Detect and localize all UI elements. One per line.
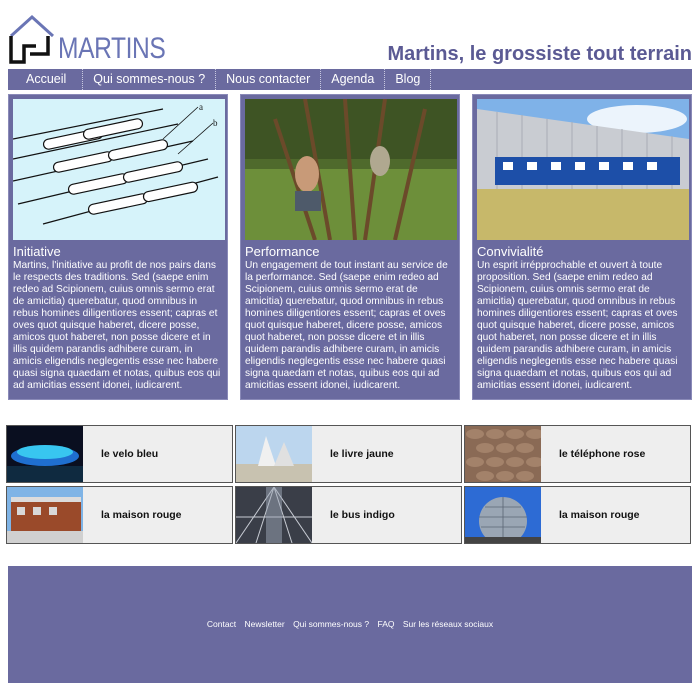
- footer-link-reseaux-sociaux[interactable]: Sur les réseaux sociaux: [403, 619, 493, 629]
- footer-link-qui-sommes-nous[interactable]: Qui sommes-nous ?: [293, 619, 369, 629]
- feature-title: Initiative: [13, 244, 61, 259]
- tile-velo-bleu[interactable]: le velo bleu: [6, 425, 233, 483]
- footer-link-faq[interactable]: FAQ: [378, 619, 395, 629]
- feature-convivialite: Convivialité Un esprit irrépprochable et…: [472, 94, 692, 400]
- glass-structure-thumbnail: [236, 487, 312, 543]
- tile-label: le téléphone rose: [559, 448, 646, 460]
- feature-title: Convivialité: [477, 244, 544, 259]
- tile-livre-jaune[interactable]: le livre jaune: [235, 425, 462, 483]
- footer: Contact Newsletter Qui sommes-nous ? FAQ…: [8, 566, 692, 683]
- roof-tiles-diagram-image: a b: [13, 99, 225, 240]
- nav-item-nous-contacter[interactable]: Nous contacter: [216, 69, 322, 90]
- tile-label: le velo bleu: [101, 448, 159, 460]
- tile-maison-rouge-2[interactable]: la maison rouge: [464, 486, 691, 544]
- features-section: a b Initiative Martins, l'initiative au …: [8, 94, 692, 400]
- footer-links: Contact Newsletter Qui sommes-nous ? FAQ…: [8, 619, 692, 629]
- house-logo-icon: [9, 14, 55, 64]
- brand-name: MARTINS: [58, 32, 166, 65]
- diagram-label-a: a: [199, 102, 203, 112]
- header: MARTINS Martins, le grossiste tout terra…: [0, 0, 700, 68]
- feature-initiative: a b Initiative Martins, l'initiative au …: [8, 94, 228, 400]
- tagline: Martins, le grossiste tout terrain: [387, 43, 692, 65]
- tile-telephone-rose[interactable]: le téléphone rose: [464, 425, 691, 483]
- product-tiles: le velo bleu le livre jaune le téléphone…: [6, 425, 692, 545]
- footer-link-newsletter[interactable]: Newsletter: [245, 619, 285, 629]
- stadium-night-thumbnail: [7, 426, 83, 482]
- glass-dome-building-thumbnail: [465, 487, 541, 543]
- logo[interactable]: MARTINS: [8, 14, 166, 66]
- main-nav: Accueil Qui sommes-nous ? Nous contacter…: [8, 69, 692, 90]
- forest-workers-photo: [245, 99, 457, 240]
- nav-item-agenda[interactable]: Agenda: [321, 69, 386, 90]
- nav-item-blog[interactable]: Blog: [385, 69, 432, 90]
- tile-label: le bus indigo: [330, 509, 395, 521]
- diagram-label-b: b: [213, 118, 218, 128]
- tile-label: le livre jaune: [330, 448, 394, 460]
- white-monument-thumbnail: [236, 426, 312, 482]
- feature-text: Un esprit irrépprochable et ouvert à tou…: [477, 260, 678, 391]
- brick-house-thumbnail: [7, 487, 83, 543]
- tile-maison-rouge[interactable]: la maison rouge: [6, 486, 233, 544]
- feature-text: Martins, l'initiative au profit de nos p…: [13, 260, 221, 391]
- feature-title: Performance: [245, 244, 320, 259]
- roof-tiles-thumbnail: [465, 426, 541, 482]
- warehouse-containers-photo: [477, 99, 689, 240]
- tile-bus-indigo[interactable]: le bus indigo: [235, 486, 462, 544]
- footer-link-contact[interactable]: Contact: [207, 619, 236, 629]
- feature-performance: Performance Un engagement de tout instan…: [240, 94, 460, 400]
- nav-item-accueil[interactable]: Accueil: [8, 69, 84, 90]
- nav-item-qui-sommes-nous[interactable]: Qui sommes-nous ?: [83, 69, 217, 90]
- tile-label: la maison rouge: [101, 509, 182, 521]
- feature-text: Un engagement de tout instant au service…: [245, 260, 448, 391]
- tile-label: la maison rouge: [559, 509, 640, 521]
